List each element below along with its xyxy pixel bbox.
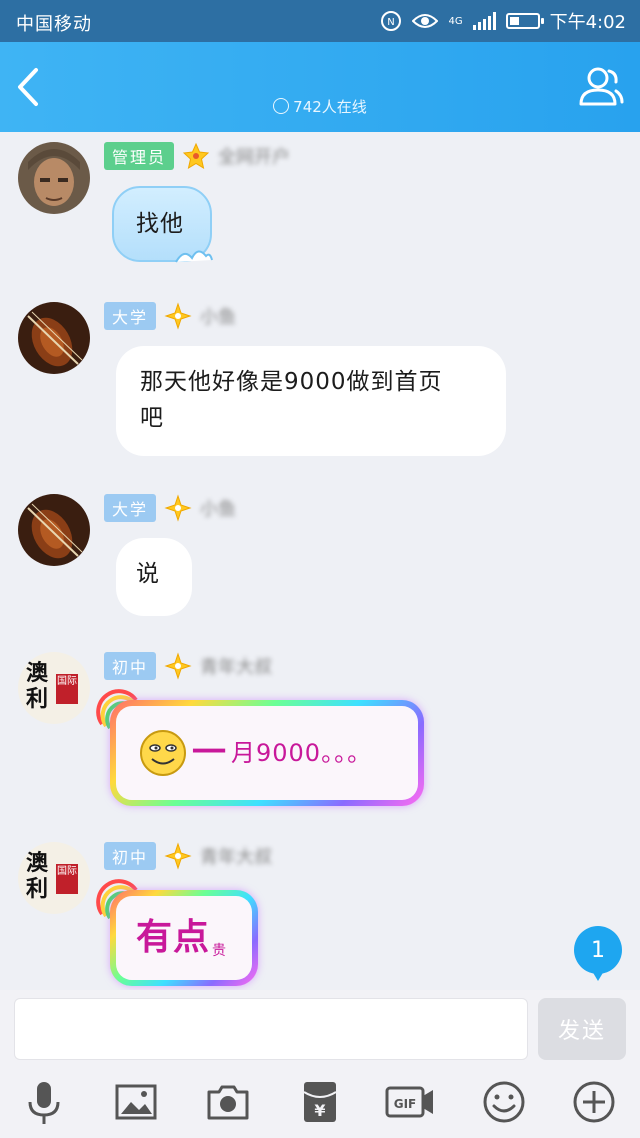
avatar-seal: 国际 [56, 674, 78, 704]
input-toolbar: ¥ GIF [0, 1068, 640, 1138]
message-bubble[interactable]: 一 月9000。。。 [110, 700, 424, 806]
level-badge: 大学 [104, 494, 157, 522]
avatar[interactable] [18, 302, 90, 374]
message-text: 找他 [136, 211, 184, 237]
message-bubble[interactable]: 那天他好像是9000做到首页 吧 [116, 346, 506, 456]
star-icon [182, 142, 210, 170]
level-badge: 初中 [104, 652, 157, 680]
svg-text:GIF: GIF [394, 1097, 417, 1111]
nickname: 青年大叔 [200, 657, 273, 678]
message-text: 月9000。。。 [231, 739, 373, 767]
admin-badge: 管理员 [104, 142, 175, 170]
star-icon [164, 842, 192, 870]
message-input[interactable] [14, 998, 528, 1060]
online-check-icon [273, 98, 290, 114]
avatar[interactable] [18, 494, 90, 566]
emoji-icon[interactable] [480, 1078, 528, 1126]
message-bubble[interactable]: 有点 贵 [110, 890, 258, 986]
online-count: 742人在线 [0, 96, 640, 117]
red-packet-icon[interactable]: ¥ [296, 1078, 344, 1126]
network-type: 4G [448, 15, 463, 27]
svg-text:¥: ¥ [314, 1101, 325, 1120]
status-bar: 中国移动 N 4G 下午4:02 [0, 0, 640, 42]
level-badge: 大学 [104, 302, 157, 330]
chat-header: 742人在线 [0, 42, 640, 132]
group-members-icon[interactable] [576, 64, 624, 110]
eye-comfort-icon [412, 14, 439, 28]
gif-icon[interactable]: GIF [384, 1078, 436, 1126]
svg-text:N: N [388, 17, 395, 28]
level-badge: 初中 [104, 842, 157, 870]
nickname: 青年大叔 [200, 847, 273, 868]
clock: 下午4:02 [549, 12, 626, 33]
camera-icon[interactable] [204, 1078, 252, 1126]
plus-icon[interactable] [570, 1078, 618, 1126]
star-icon [164, 302, 192, 330]
avatar[interactable]: 澳利 国际 [18, 842, 90, 914]
input-bar: 发送 [0, 990, 640, 1068]
image-icon[interactable] [112, 1078, 160, 1126]
mic-icon[interactable] [20, 1078, 68, 1126]
send-button[interactable]: 发送 [538, 998, 626, 1060]
smile-emoji-icon [140, 730, 186, 776]
message-text-line: 吧 [140, 405, 164, 431]
message-text-big: 一 [192, 733, 227, 773]
avatar-logo-text: 澳利 [26, 850, 49, 902]
avatar-seal: 国际 [56, 864, 78, 894]
nickname: 小鱼 [200, 499, 237, 520]
online-count-text: 742人在线 [293, 98, 367, 116]
message-bubble[interactable]: 找他 [112, 186, 213, 263]
star-icon [164, 494, 192, 522]
wave-decoration-icon [175, 250, 213, 263]
avatar-logo-text: 澳利 [26, 660, 49, 712]
star-icon [164, 652, 192, 680]
message-text-line: 那天他好像是9000做到首页 [140, 369, 443, 395]
nickname: 全网开户 [218, 147, 291, 168]
carrier-label: 中国移动 [16, 14, 92, 35]
avatar[interactable] [18, 142, 90, 214]
message-text: 说 [136, 561, 160, 587]
message-bubble[interactable]: 说 [116, 538, 192, 616]
message-text-big: 有点 [136, 917, 211, 958]
avatar[interactable]: 澳利 国际 [18, 652, 90, 724]
nfc-icon: N [381, 11, 402, 31]
battery-icon [505, 13, 544, 29]
unread-count-badge[interactable]: 1 [574, 926, 622, 981]
signal-icon [472, 12, 496, 30]
message-text-small: 贵 [212, 943, 228, 959]
nickname: 小鱼 [200, 307, 237, 328]
